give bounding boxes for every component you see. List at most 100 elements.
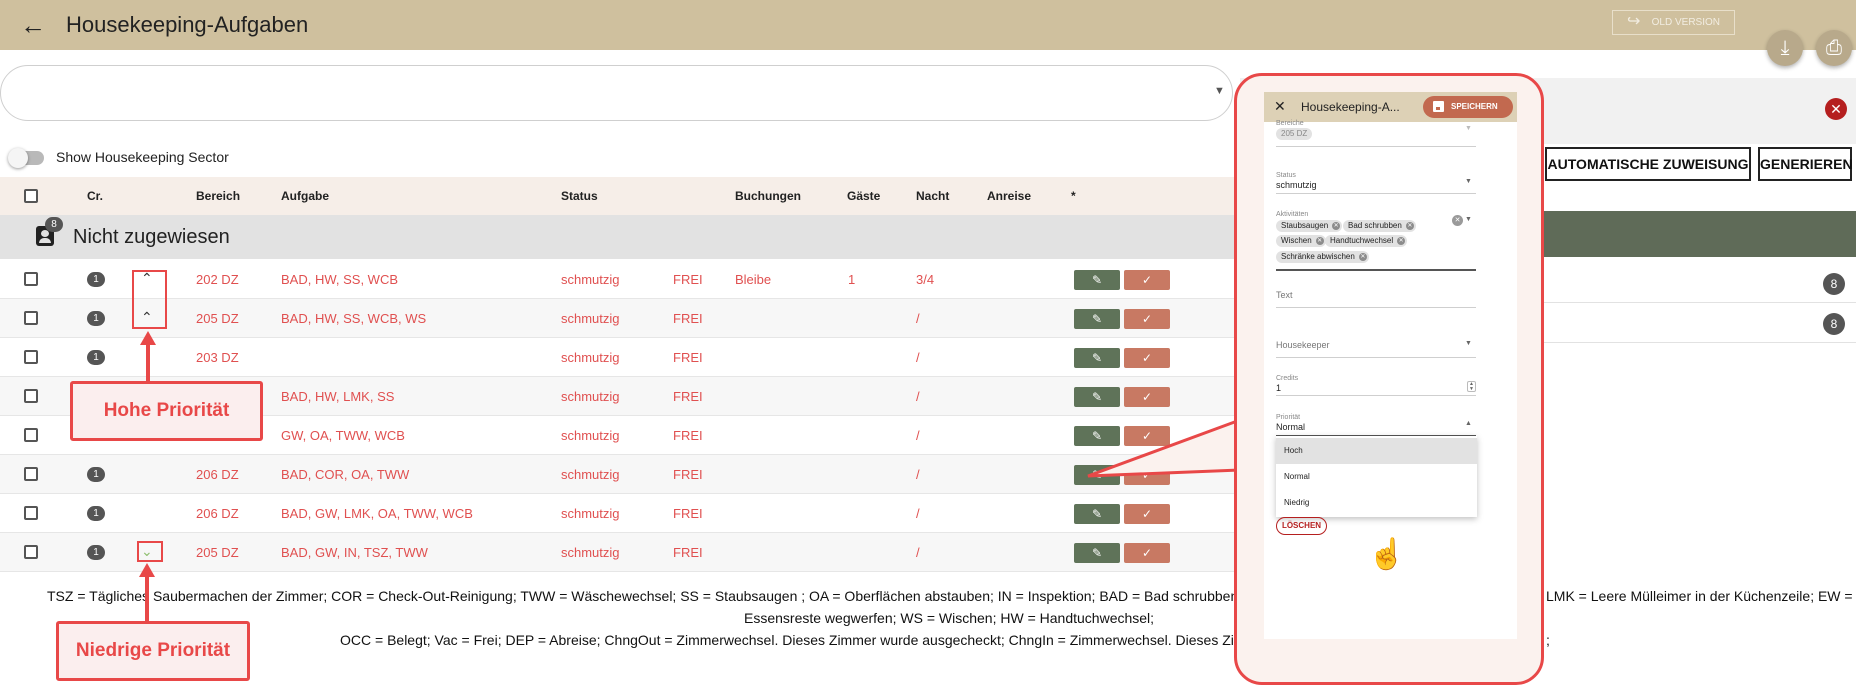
col-status[interactable]: Status — [561, 189, 598, 203]
save-label: SPEICHERN — [1451, 102, 1498, 111]
edit-button[interactable]: ✎ — [1074, 270, 1120, 290]
done-button[interactable]: ✓ — [1124, 348, 1170, 368]
close-icon[interactable]: ✕ — [1825, 98, 1847, 120]
col-nacht[interactable]: Nacht — [916, 189, 949, 203]
delete-button[interactable]: LÖSCHEN — [1276, 517, 1327, 535]
housekeeper-select[interactable]: Housekeeper — [1276, 340, 1330, 350]
auto-assign-button[interactable]: AUTOMATISCHE ZUWEISUNG — [1545, 147, 1751, 181]
edit-button[interactable]: ✎ — [1074, 504, 1120, 524]
dialog-header: ✕ Housekeeping-A... SPEICHERN — [1264, 92, 1517, 122]
edit-button[interactable]: ✎ — [1074, 309, 1120, 329]
col-bereich[interactable]: Bereich — [196, 189, 240, 203]
back-arrow-icon[interactable]: ← — [20, 10, 50, 40]
close-icon[interactable]: ✕ — [1274, 98, 1286, 115]
status-label: Status — [1276, 172, 1296, 179]
night-cell: 3/4 — [916, 272, 935, 287]
done-button[interactable]: ✓ — [1124, 270, 1170, 290]
chevron-down-icon[interactable]: ▼ — [1465, 340, 1472, 347]
done-button[interactable]: ✓ — [1124, 504, 1170, 524]
check-icon: ✓ — [1141, 468, 1153, 482]
row-checkbox[interactable] — [24, 350, 38, 364]
edit-button[interactable]: ✎ — [1074, 465, 1120, 485]
priority-option-low[interactable]: Niedrig — [1276, 490, 1477, 516]
activity-chip[interactable]: Schränke abwischen ✕ — [1276, 251, 1369, 263]
occupancy-cell: FREI — [673, 467, 703, 482]
room-cell: 202 DZ — [196, 272, 239, 287]
chip-remove-icon[interactable]: ✕ — [1405, 222, 1414, 230]
chip-remove-icon[interactable]: ✕ — [1397, 237, 1406, 245]
col-buchungen[interactable]: Buchungen — [735, 189, 801, 203]
done-button[interactable]: ✓ — [1124, 465, 1170, 485]
group-header-unassigned[interactable]: 8 Nicht zugewiesen — [0, 215, 1240, 259]
table-row[interactable]: 1 ⌃ 205 DZ BAD, HW, SS, WCB, WS schmutzig FRE… — [0, 299, 1240, 338]
credit-badge: 1 — [87, 311, 105, 326]
credits-input[interactable]: 1 — [1276, 383, 1281, 393]
chip-remove-icon[interactable]: ✕ — [1315, 237, 1324, 245]
generate-button[interactable]: GENERIEREN — [1758, 147, 1853, 181]
occupancy-cell: FREI — [673, 389, 703, 404]
table-row[interactable]: 1 206 DZ BAD, GW, LMK, OA, TWW, WCB schmutz… — [0, 494, 1240, 533]
row-checkbox[interactable] — [24, 311, 38, 325]
old-version-button[interactable]: ↪ OLD VERSION — [1612, 10, 1735, 35]
chevron-down-icon[interactable]: ▼ — [1465, 216, 1472, 223]
row-checkbox[interactable] — [24, 506, 38, 520]
save-button[interactable]: SPEICHERN — [1423, 96, 1513, 118]
table-row[interactable]: 1 206 DZ BAD, COR, OA, TWW schmutzig FREI / ✎ ✓ — [0, 455, 1240, 494]
status-select[interactable]: schmutzig — [1276, 180, 1317, 190]
priority-menu: Hoch Normal Niedrig — [1276, 436, 1477, 517]
pencil-icon: ✎ — [1091, 351, 1103, 365]
print-button[interactable]: ⎙ — [1816, 30, 1852, 66]
table-row[interactable]: 1 ⌃ 202 DZ BAD, HW, SS, WCB schmutzig FREI Ble… — [0, 260, 1240, 299]
select-all-checkbox[interactable] — [24, 189, 38, 203]
row-checkbox[interactable] — [24, 272, 38, 286]
room-cell: 206 DZ — [196, 467, 239, 482]
edit-button[interactable]: ✎ — [1074, 426, 1120, 446]
booking-cell: Bleibe — [735, 272, 772, 287]
activity-chip[interactable]: Bad schrubben ✕ — [1343, 220, 1416, 232]
table-row[interactable]: 1 ⌄ 205 DZ BAD, GW, IN, TSZ, TWW schmutzig FR… — [0, 533, 1240, 572]
priority-option-normal[interactable]: Normal — [1276, 464, 1477, 490]
table-row[interactable]: 1 203 DZ schmutzig FREI / ✎ ✓ — [0, 338, 1240, 377]
chip-remove-icon[interactable]: ✕ — [1358, 253, 1367, 261]
row-checkbox[interactable] — [24, 389, 38, 403]
edit-button[interactable]: ✎ — [1074, 348, 1120, 368]
row-checkbox[interactable] — [24, 545, 38, 559]
priority-option-high[interactable]: Hoch — [1276, 438, 1477, 464]
row-checkbox[interactable] — [24, 467, 38, 481]
dropdown-caret-icon[interactable]: ▼ — [1214, 85, 1225, 97]
text-field[interactable]: Text — [1276, 290, 1293, 300]
col-aufgabe[interactable]: Aufgabe — [281, 189, 329, 203]
credits-stepper[interactable]: ▲ ▼ — [1467, 381, 1476, 392]
activity-chip[interactable]: Handtuchwechsel ✕ — [1325, 235, 1408, 247]
arrow-shaft — [145, 576, 149, 622]
col-gaeste[interactable]: Gäste — [847, 189, 880, 203]
done-button[interactable]: ✓ — [1124, 387, 1170, 407]
field-underline — [1276, 357, 1476, 358]
check-icon: ✓ — [1141, 273, 1153, 287]
task-cell: BAD, HW, LMK, SS — [281, 389, 395, 404]
table-header: Cr. Bereich Aufgabe Status Buchungen Gäs… — [0, 177, 1240, 215]
status-cell: schmutzig — [561, 350, 620, 365]
download-button[interactable]: ⤓ — [1767, 30, 1803, 66]
bereiche-label: Bereiche — [1276, 120, 1304, 127]
activity-chip[interactable]: Staubsaugen ✕ — [1276, 220, 1343, 232]
occupancy-cell: FREI — [673, 272, 703, 287]
status-cell: schmutzig — [561, 389, 620, 404]
chip-remove-icon[interactable]: ✕ — [1332, 222, 1341, 230]
search-input[interactable] — [0, 65, 1233, 121]
done-button[interactable]: ✓ — [1124, 543, 1170, 563]
sector-toggle-knob[interactable] — [8, 148, 28, 168]
edit-button[interactable]: ✎ — [1074, 543, 1120, 563]
row-checkbox[interactable] — [24, 428, 38, 442]
done-button[interactable]: ✓ — [1124, 309, 1170, 329]
activity-chip[interactable]: Wischen ✕ — [1276, 235, 1326, 247]
edit-button[interactable]: ✎ — [1074, 387, 1120, 407]
clear-icon[interactable]: ✕ — [1452, 215, 1463, 226]
chevron-down-icon[interactable]: ▼ — [1465, 178, 1472, 185]
print-icon: ⎙ — [1826, 37, 1842, 59]
pencil-icon: ✎ — [1091, 468, 1103, 482]
col-anreise[interactable]: Anreise — [987, 189, 1031, 203]
done-button[interactable]: ✓ — [1124, 426, 1170, 446]
priority-select[interactable]: Normal — [1276, 422, 1305, 432]
chevron-up-icon[interactable]: ▲ — [1465, 420, 1472, 427]
